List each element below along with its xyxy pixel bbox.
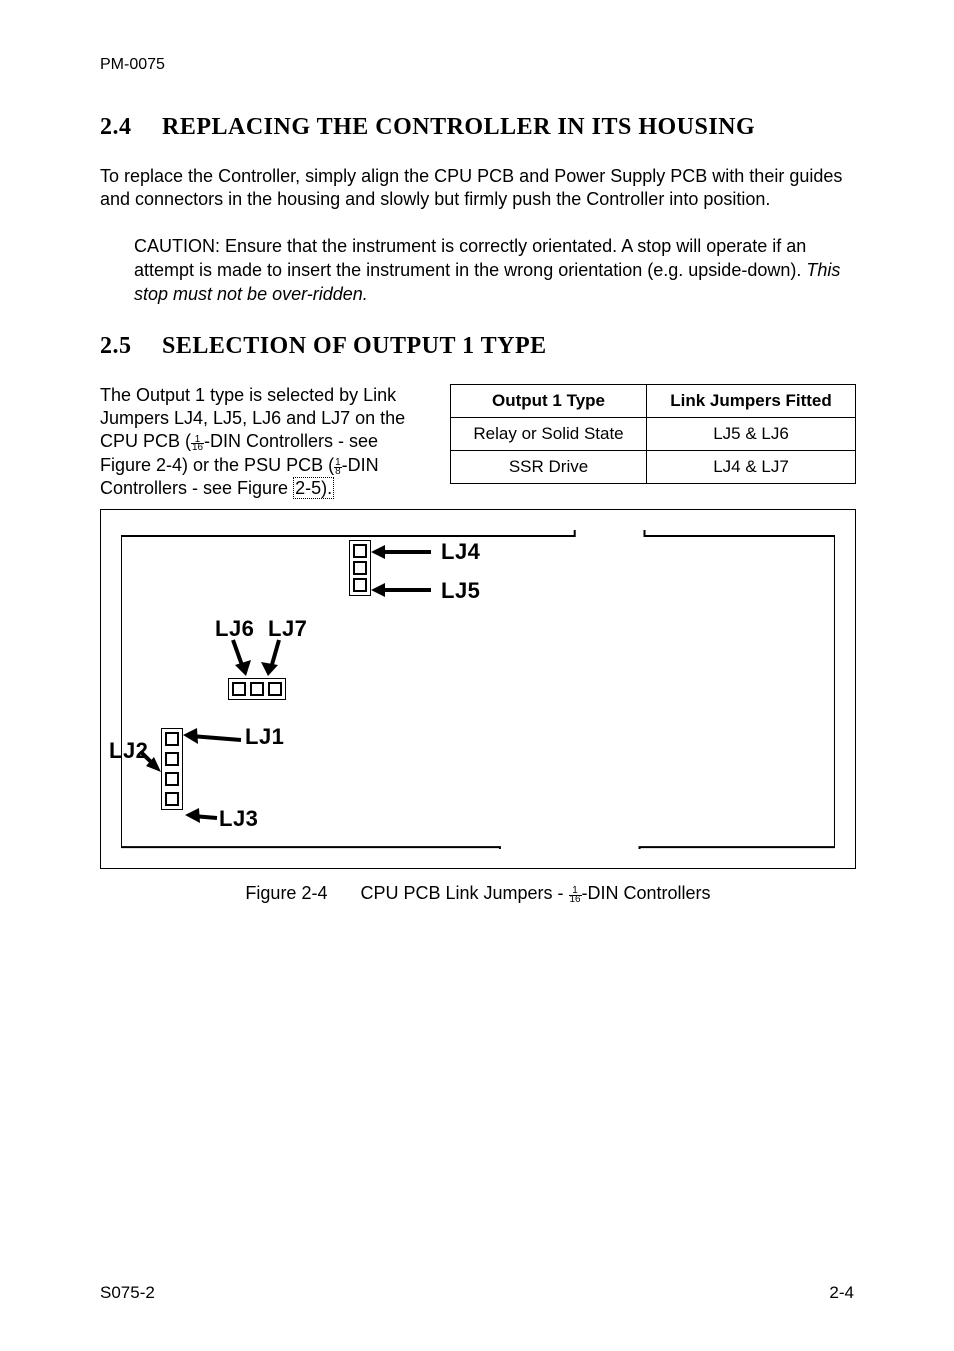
pad xyxy=(232,682,246,696)
arrow-lj2 xyxy=(139,748,165,778)
td-type-0: Relay or Solid State xyxy=(451,417,647,450)
pad xyxy=(353,561,367,575)
heading-2-5-title: SELECTION OF OUTPUT 1 TYPE xyxy=(162,333,547,359)
figure-2-4-box: LJ4 LJ5 LJ6 LJ7 LJ2 LJ1 xyxy=(100,509,856,869)
page: PM-0075 2.4REPLACING THE CONTROLLER IN I… xyxy=(0,0,954,1351)
label-lj5: LJ5 xyxy=(441,578,480,604)
pad xyxy=(165,752,179,766)
pad xyxy=(165,732,179,746)
figure-label: Figure 2-4 xyxy=(245,883,327,904)
pad xyxy=(165,772,179,786)
paragraph-2-4: To replace the Controller, simply align … xyxy=(100,165,856,212)
output-table-wrap: Output 1 Type Link Jumpers Fitted Relay … xyxy=(450,384,856,484)
figure-2-4-caption: Figure 2-4 CPU PCB Link Jumpers - 116-DI… xyxy=(100,883,856,904)
th-jumpers: Link Jumpers Fitted xyxy=(647,384,856,417)
pad xyxy=(165,792,179,806)
td-jumpers-0: LJ5 & LJ6 xyxy=(647,417,856,450)
label-lj3: LJ3 xyxy=(219,806,258,832)
heading-2-4-num: 2.4 xyxy=(100,114,162,141)
label-lj4: LJ4 xyxy=(441,539,480,565)
frac-1-16-b: 116 xyxy=(569,887,582,904)
footer: S075-2 2-4 xyxy=(100,1283,854,1303)
td-type-1: SSR Drive xyxy=(451,450,647,483)
label-lj1: LJ1 xyxy=(245,724,284,750)
arrow-lj1 xyxy=(181,728,245,748)
pad xyxy=(353,544,367,558)
link-fig-2-5[interactable]: 2-5). xyxy=(293,477,334,499)
frac-1-16-a: 116 xyxy=(191,436,204,453)
frac-1-8: 18 xyxy=(334,459,342,476)
caution-text: CAUTION: Ensure that the instrument is c… xyxy=(134,236,806,280)
doc-id: PM-0075 xyxy=(100,56,856,74)
arrows-lj6-lj7 xyxy=(221,638,301,680)
footer-right: 2-4 xyxy=(829,1283,854,1303)
table-row: SSR Drive LJ4 & LJ7 xyxy=(451,450,856,483)
heading-2-4-title: REPLACING THE CONTROLLER IN ITS HOUSING xyxy=(162,114,755,140)
heading-2-5-num: 2.5 xyxy=(100,333,162,360)
td-jumpers-1: LJ4 & LJ7 xyxy=(647,450,856,483)
heading-2-4: 2.4REPLACING THE CONTROLLER IN ITS HOUSI… xyxy=(100,114,856,141)
pad xyxy=(268,682,282,696)
figure-text-b: -DIN Controllers xyxy=(582,883,711,903)
th-output-type: Output 1 Type xyxy=(451,384,647,417)
footer-left: S075-2 xyxy=(100,1283,155,1303)
pads-lj6-lj7 xyxy=(228,678,286,700)
output-table: Output 1 Type Link Jumpers Fitted Relay … xyxy=(450,384,856,484)
pad xyxy=(250,682,264,696)
pad xyxy=(353,578,367,592)
arrow-lj3 xyxy=(185,808,221,826)
figure-text-a: CPU PCB Link Jumpers - xyxy=(360,883,568,903)
pads-lj4-lj5 xyxy=(349,540,371,596)
arrow-lj4-lj5 xyxy=(371,542,441,602)
intro-text-2-5: The Output 1 type is selected by Link Ju… xyxy=(100,384,430,501)
caution-2-4: CAUTION: Ensure that the instrument is c… xyxy=(134,234,846,307)
heading-2-5: 2.5SELECTION OF OUTPUT 1 TYPE xyxy=(100,333,856,360)
two-column-row: The Output 1 type is selected by Link Ju… xyxy=(100,384,856,501)
table-row: Relay or Solid State LJ5 & LJ6 xyxy=(451,417,856,450)
